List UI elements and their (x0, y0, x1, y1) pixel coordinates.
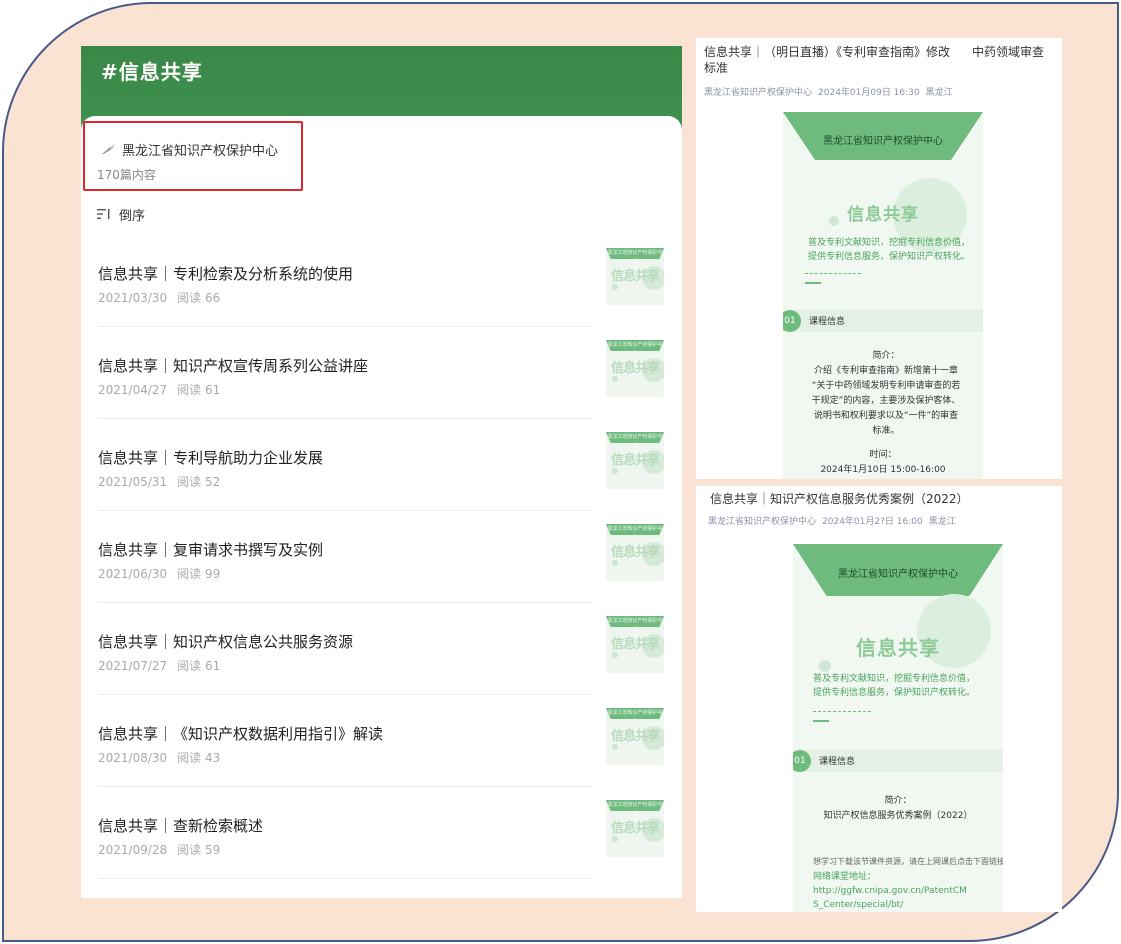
divider (98, 878, 592, 879)
divider (98, 786, 592, 787)
article-reads: 阅读 61 (177, 383, 221, 397)
article-thumbnail: 黑龙江省知识产权保护中心 信息共享 (606, 616, 664, 673)
article-reads: 阅读 99 (177, 567, 221, 581)
article-meta: 2021/07/27 阅读 61 (98, 657, 220, 674)
poster-intro: 简介： 介绍《专利审查指南》新增第十一章 “关于中药领域发明专利申请审查的若 干… (811, 351, 961, 436)
author-highlight-box[interactable]: 黑龙江省知识产权保护中心 170篇内容 (83, 121, 303, 191)
article-reads: 阅读 43 (177, 751, 221, 765)
poster-section-header: 01 课程信息 (793, 750, 1003, 772)
article-date: 2021/08/30 (98, 751, 168, 765)
article-reads: 阅读 61 (177, 659, 221, 673)
collection-content: 黑龙江省知识产权保护中心 170篇内容 倒序 信息共享｜专利检索及分析系统的使用… (81, 116, 682, 898)
divider (98, 510, 592, 511)
article-thumbnail: 黑龙江省知识产权保护中心 信息共享 (606, 432, 664, 489)
article-thumbnail: 黑龙江省知识产权保护中心 信息共享 (606, 800, 664, 857)
article-item[interactable]: 信息共享｜知识产权信息公共服务资源 2021/07/27 阅读 61 黑龙江省知识… (98, 604, 664, 696)
article-date: 2021/05/31 (98, 475, 168, 489)
article-title: 信息共享｜《知识产权数据利用指引》解读 (98, 725, 384, 743)
card1-title: 信息共享｜（明日直播）《专利审查指南》修改 中药领域审查 标准 (704, 45, 1045, 75)
article-meta: 2021/05/31 阅读 52 (98, 473, 220, 490)
card1-meta: 黑龙江省知识产权保护中心 2024年01月09日 16:30 黑龙江 (704, 88, 953, 98)
sort-label: 倒序 (119, 208, 146, 224)
poster-headline: 信息共享 (856, 636, 940, 660)
card2-title: 信息共享｜知识产权信息服务优秀案例（2022） (710, 492, 969, 506)
poster-time: 时间： 2024年1月10日 15:00-16:00 (820, 450, 946, 475)
article-date: 2021/09/28 (98, 843, 168, 857)
pen-icon (102, 144, 115, 154)
poster-banner: 黑龙江省知识产权保护中心 (783, 112, 983, 160)
poster-intro: 简介： 知识产权信息服务优秀案例（2022） (823, 796, 973, 821)
article-reads: 阅读 66 (177, 291, 221, 305)
article-thumbnail: 黑龙江省知识产权保护中心 信息共享 (606, 708, 664, 765)
hashtag-title: #信息共享 (101, 60, 203, 84)
article-date: 2021/04/27 (98, 383, 168, 397)
article-meta: 2021/08/30 阅读 43 (98, 749, 220, 766)
article-title: 信息共享｜专利检索及分析系统的使用 (98, 265, 354, 283)
article-meta: 2021/06/30 阅读 99 (98, 565, 220, 582)
sort-icon (97, 209, 110, 219)
hashtag-collection-panel: #信息共享 黑龙江省知识产权保护中心 170篇内容 倒序 信息共享｜专利检索及分… (81, 46, 682, 898)
author-name: 黑龙江省知识产权保护中心 (122, 144, 279, 159)
poster-headline: 信息共享 (847, 205, 919, 225)
article-title: 信息共享｜查新检索概述 (98, 817, 264, 835)
article-meta: 2021/09/28 阅读 59 (98, 841, 220, 858)
poster-banner: 黑龙江省知识产权保护中心 (793, 544, 1003, 596)
article-title: 信息共享｜复审请求书撰写及实例 (98, 541, 324, 559)
poster-section-header: 01 课程信息 (783, 310, 983, 332)
article-title: 信息共享｜专利导航助力企业发展 (98, 449, 324, 467)
article-date: 2021/07/27 (98, 659, 168, 673)
article-meta: 2021/04/27 阅读 61 (98, 381, 220, 398)
article-item[interactable]: 信息共享｜知识产权宣传周系列公益讲座 2021/04/27 阅读 61 黑龙江省知… (98, 328, 664, 420)
article-thumbnail: 黑龙江省知识产权保护中心 信息共享 (606, 340, 664, 397)
article-preview-card-2[interactable]: 信息共享｜知识产权信息服务优秀案例（2022） 黑龙江省知识产权保护中心 2024… (696, 486, 1062, 912)
article-item[interactable]: 信息共享｜专利检索及分析系统的使用 2021/03/30 阅读 66 黑龙江省知识… (98, 236, 664, 328)
article-date: 2021/03/30 (98, 291, 168, 305)
poster-desc: 普及专利文献知识，挖掘专利信息价值， 提供专利信息服务，保护知识产权转化。 (813, 674, 976, 698)
card1-poster: 黑龙江省知识产权保护中心 信息共享 普及专利文献知识，挖掘专利信息价值， 提供专利… (783, 112, 983, 479)
card2-meta: 黑龙江省知识产权保护中心 2024年01月2?日 16:00 黑龙江 (708, 517, 956, 527)
poster-desc: 普及专利文献知识，挖掘专利信息价值， 提供专利信息服务，保护知识产权转化。 (808, 238, 971, 262)
article-item[interactable]: 信息共享｜专利导航助力企业发展 2021/05/31 阅读 52 黑龙江省知识产权… (98, 420, 664, 512)
article-item[interactable]: 信息共享｜《知识产权数据利用指引》解读 2021/08/30 阅读 43 黑龙江省… (98, 696, 664, 788)
article-date: 2021/06/30 (98, 567, 168, 581)
divider (98, 326, 592, 327)
course-link[interactable]: 网络课堂地址： http://ggfw.cnipa.gov.cn/PatentC… (813, 870, 1003, 912)
article-preview-card-1[interactable]: 信息共享｜（明日直播）《专利审查指南》修改 中药领域审查 标准 黑龙江省知识产权保… (696, 38, 1062, 479)
article-reads: 阅读 59 (177, 843, 221, 857)
article-meta: 2021/03/30 阅读 66 (98, 289, 220, 306)
article-thumbnail: 黑龙江省知识产权保护中心 信息共享 (606, 524, 664, 581)
article-reads: 阅读 52 (177, 475, 221, 489)
article-item[interactable]: 信息共享｜复审请求书撰写及实例 2021/06/30 阅读 99 黑龙江省知识产权… (98, 512, 664, 604)
divider (98, 418, 592, 419)
divider (98, 694, 592, 695)
poster-note: 想学习下载该节课件资源，请在上网课后点击下面链接 (813, 857, 1003, 866)
card2-poster: 黑龙江省知识产权保护中心 信息共享 普及专利文献知识，挖掘专利信息价值， 提供专利… (793, 544, 1003, 912)
content-count: 170篇内容 (97, 168, 156, 182)
divider (98, 602, 592, 603)
sort-toggle[interactable]: 倒序 (97, 204, 145, 224)
article-title: 信息共享｜知识产权信息公共服务资源 (98, 633, 354, 651)
article-item[interactable]: 信息共享｜查新检索概述 2021/09/28 阅读 59 黑龙江省知识产权保护中心… (98, 788, 664, 880)
article-thumbnail: 黑龙江省知识产权保护中心 信息共享 (606, 248, 664, 305)
article-title: 信息共享｜知识产权宣传周系列公益讲座 (98, 357, 369, 375)
